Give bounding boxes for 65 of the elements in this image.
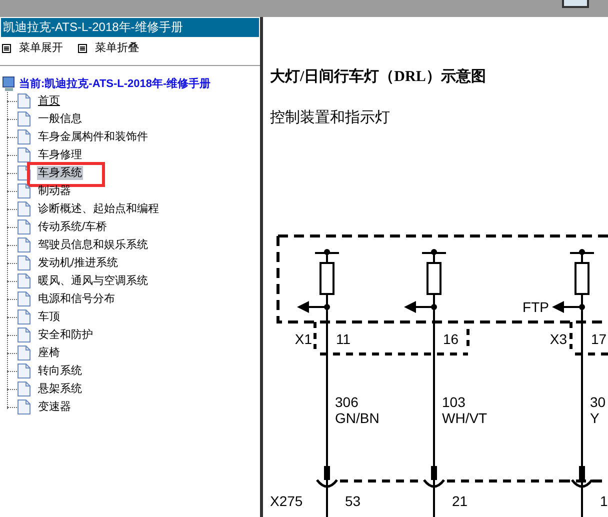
document-icon <box>17 345 31 361</box>
document-icon <box>17 327 31 343</box>
arrow-icon <box>404 301 434 313</box>
document-icon <box>17 381 31 397</box>
tree-item[interactable]: 车身金属构件和装饰件 <box>37 130 149 144</box>
tree-item[interactable]: 一般信息 <box>37 112 83 126</box>
pin-label: 11 <box>336 331 351 347</box>
document-icon <box>17 309 31 325</box>
tree-item[interactable]: 首页 <box>37 94 61 108</box>
tree-item[interactable]: 车顶 <box>37 310 61 324</box>
document-icon <box>17 183 31 199</box>
tree-item[interactable]: 车身修理 <box>37 148 83 162</box>
pin-label: 21 <box>452 493 468 509</box>
connector-label: X3 <box>550 331 567 347</box>
document-icon <box>17 93 31 109</box>
tree-root[interactable]: 当前:凯迪拉克-ATS-L-2018年-维修手册 <box>19 76 211 92</box>
list-icon <box>78 44 87 52</box>
connector-symbol <box>423 466 445 488</box>
pin-label: 17 <box>591 331 607 347</box>
computer-icon <box>2 76 16 92</box>
document-icon <box>17 255 31 271</box>
tree-item[interactable]: 传动系统/车桥 <box>37 220 108 234</box>
document-icon <box>17 201 31 217</box>
connector-label: X275 <box>270 493 303 509</box>
tree-item[interactable]: 驾驶员信息和娱乐系统 <box>37 238 149 252</box>
circuit-label: 306 <box>335 394 358 410</box>
tree-item[interactable]: 安全和防护 <box>37 328 94 342</box>
document-icon <box>17 237 31 253</box>
sidebar-title: 凯迪拉克-ATS-L-2018年-维修手册 <box>1 18 259 37</box>
tree-item[interactable]: 车身系统 <box>37 166 83 180</box>
circuit-label: 103 <box>442 394 466 410</box>
connector-symbol <box>316 466 338 488</box>
pin-label: 53 <box>345 493 361 509</box>
document-icon <box>17 147 31 163</box>
circuit-label: 30 <box>590 394 606 410</box>
tree-item[interactable]: 悬架系统 <box>37 382 83 396</box>
document-icon <box>17 399 31 415</box>
menu-button[interactable]: 菜单折叠 <box>78 40 139 56</box>
tree-item[interactable]: 转向系统 <box>37 364 83 378</box>
arrow-icon <box>297 301 327 313</box>
tree-item[interactable]: 发动机/推进系统 <box>37 256 120 270</box>
tree-item[interactable]: 电源和信号分布 <box>37 292 116 306</box>
document-icon <box>17 129 31 145</box>
document-icon <box>17 291 31 307</box>
tree-item[interactable]: 变速器 <box>37 400 72 414</box>
document-icon <box>17 111 31 127</box>
pin-label: 16 <box>443 331 459 347</box>
tree-item[interactable]: 诊断概述、起始点和编程 <box>37 202 160 216</box>
wire-color-label: WH/VT <box>442 410 488 426</box>
menu-button[interactable]: 菜单展开 <box>2 40 63 56</box>
window-icon[interactable] <box>562 0 589 8</box>
document-icon <box>17 363 31 379</box>
wire-color-label: GN/BN <box>335 410 380 426</box>
arrow-icon <box>552 301 582 313</box>
page-title: 大灯/日间行车灯（DRL）示意图 <box>270 67 487 87</box>
signal-label: FTP <box>522 299 549 315</box>
tree-item[interactable]: 制动器 <box>37 184 72 198</box>
pin-label: 1 <box>600 493 608 509</box>
wire-color-label: Y <box>590 410 600 426</box>
tree-item[interactable]: 座椅 <box>37 346 61 360</box>
page-subtitle: 控制装置和指示灯 <box>270 108 391 128</box>
tree-item[interactable]: 暖风、通风与空调系统 <box>37 274 149 288</box>
document-icon <box>17 219 31 235</box>
connector-label: X1 <box>294 331 312 347</box>
document-icon <box>17 273 31 289</box>
